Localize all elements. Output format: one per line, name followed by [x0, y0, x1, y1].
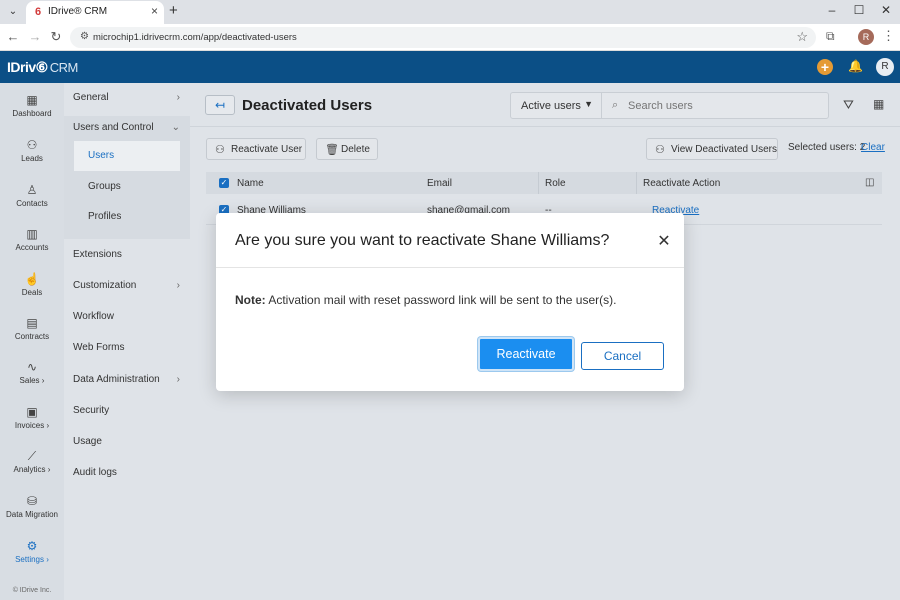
dialog-title: Are you sure you want to reactivate Shan…: [235, 232, 610, 249]
window-close-icon[interactable]: ✕: [876, 3, 896, 17]
browser-tab-bar: ⌄ 6 IDrive® CRM × + – ☐ ✕: [0, 0, 900, 24]
tab-close-icon[interactable]: ×: [151, 4, 158, 18]
note-text: Activation mail with reset password link…: [265, 293, 617, 307]
user-avatar[interactable]: R: [876, 58, 894, 76]
url-text: microchip1.idrivecrm.com/app/deactivated…: [93, 32, 297, 43]
quick-add-icon[interactable]: +: [817, 59, 833, 75]
browser-toolbar: ← → ↻ ⚙ microchip1.idrivecrm.com/app/dea…: [0, 24, 900, 51]
new-tab-icon[interactable]: +: [169, 2, 178, 19]
dialog-close-icon[interactable]: ✕: [656, 231, 672, 251]
minimize-icon[interactable]: –: [822, 3, 842, 17]
tab-title: IDrive® CRM: [48, 6, 108, 17]
idrive-favicon-icon: 6: [34, 6, 42, 18]
dialog-divider: [216, 267, 684, 268]
notification-bell-icon[interactable]: 🔔: [848, 59, 863, 73]
idrive-crm-logo[interactable]: IDriv⑥ CRM: [7, 59, 78, 76]
browser-profile-avatar[interactable]: R: [858, 29, 874, 45]
extensions-icon[interactable]: ⧉: [826, 29, 835, 44]
site-info-icon[interactable]: ⚙: [80, 31, 89, 42]
note-label: Note:: [235, 293, 266, 307]
logo-suffix: CRM: [49, 60, 79, 75]
reactivate-confirm-dialog: Are you sure you want to reactivate Shan…: [216, 213, 684, 391]
tab-list-chevron-icon[interactable]: ⌄: [5, 4, 21, 20]
browser-menu-icon[interactable]: ⋮: [882, 28, 895, 44]
app-header: IDriv⑥ CRM + 🔔 R: [0, 51, 900, 83]
forward-arrow-icon[interactable]: →: [27, 29, 43, 44]
logo-brand: IDriv: [7, 59, 36, 75]
bookmark-star-icon[interactable]: ☆: [796, 29, 808, 45]
confirm-reactivate-button[interactable]: Reactivate: [478, 337, 574, 371]
browser-tab[interactable]: 6 IDrive® CRM ×: [26, 1, 164, 24]
dialog-note: Note: Activation mail with reset passwor…: [235, 293, 616, 307]
cancel-button[interactable]: Cancel: [581, 342, 664, 370]
maximize-icon[interactable]: ☐: [849, 3, 869, 17]
address-bar[interactable]: ⚙ microchip1.idrivecrm.com/app/deactivat…: [70, 27, 816, 48]
reload-icon[interactable]: ↻: [48, 29, 64, 45]
back-arrow-icon[interactable]: ←: [5, 29, 21, 44]
